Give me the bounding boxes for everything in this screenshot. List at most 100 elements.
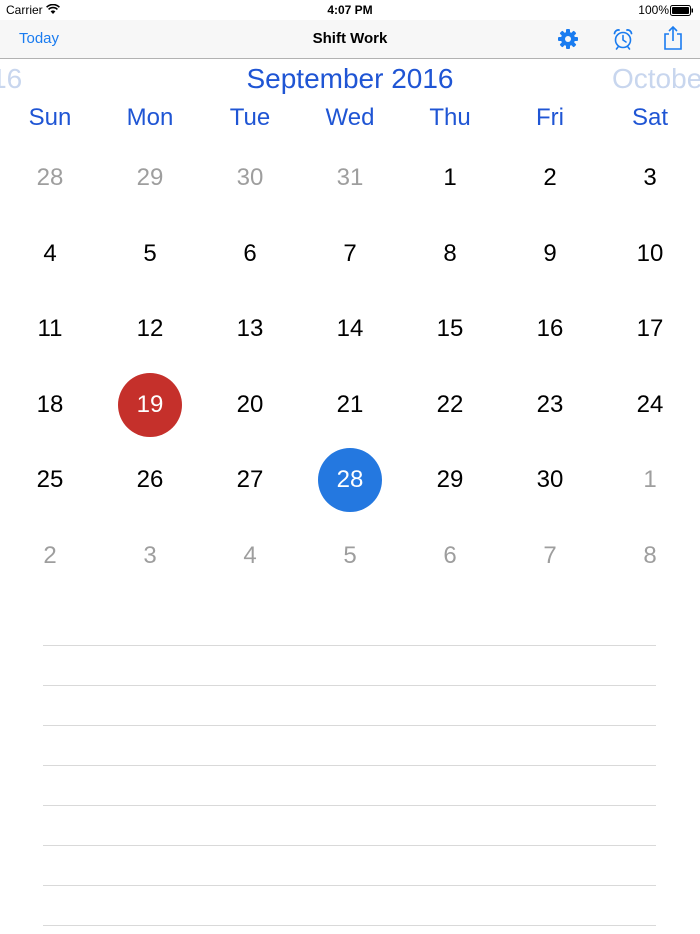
day-number: 30 [236, 164, 264, 191]
day-number: 27 [236, 466, 264, 494]
calendar-day[interactable]: 7 [300, 216, 400, 292]
calendar-day[interactable]: 16 [500, 291, 600, 367]
day-number: 31 [336, 164, 364, 191]
calendar-day[interactable]: 27 [200, 442, 300, 518]
day-number: 5 [143, 239, 157, 267]
calendar-day-other-month[interactable]: 30 [200, 140, 300, 216]
calendar-day[interactable]: 30 [500, 442, 600, 518]
day-number: 29 [436, 466, 464, 494]
day-number: 18 [36, 390, 64, 418]
calendar-day[interactable]: 12 [100, 291, 200, 367]
day-number: 30 [536, 466, 564, 494]
status-bar: Carrier 4:07 PM 100% [0, 0, 700, 20]
calendar-day-other-month[interactable]: 6 [400, 518, 500, 594]
day-number: 20 [236, 390, 264, 418]
day-number: 26 [136, 466, 164, 494]
calendar-day[interactable]: 1 [400, 140, 500, 216]
day-number: 7 [543, 542, 557, 569]
calendar-day[interactable]: 23 [500, 367, 600, 443]
day-number: 22 [436, 390, 464, 418]
day-number: 6 [443, 542, 457, 569]
calendar-day[interactable]: 13 [200, 291, 300, 367]
note-line [43, 925, 656, 926]
day-number: 14 [336, 315, 364, 343]
calendar-day-other-month[interactable]: 28 [0, 140, 100, 216]
calendar-day[interactable]: 5 [100, 216, 200, 292]
calendar-day[interactable]: 2 [500, 140, 600, 216]
weekday-fri: Fri [536, 104, 564, 131]
calendar-day[interactable]: 4 [0, 216, 100, 292]
day-number: 29 [136, 164, 164, 191]
day-number: 7 [343, 239, 357, 267]
day-number: 25 [36, 466, 64, 494]
calendar-day[interactable]: 20 [200, 367, 300, 443]
calendar-day-other-month[interactable]: 5 [300, 518, 400, 594]
calendar-day[interactable]: 26 [100, 442, 200, 518]
calendar-day[interactable]: 24 [600, 367, 700, 443]
calendar-day[interactable]: 3 [600, 140, 700, 216]
day-number: 9 [543, 239, 557, 267]
day-number: 8 [643, 542, 657, 569]
calendar-day-other-month[interactable]: 2 [0, 518, 100, 594]
calendar-day-other-month[interactable]: 31 [300, 140, 400, 216]
calendar-day-other-month[interactable]: 29 [100, 140, 200, 216]
day-number: 12 [136, 315, 164, 343]
calendar-day-other-month[interactable]: 8 [600, 518, 700, 594]
day-number: 15 [436, 315, 464, 343]
note-line [43, 845, 656, 846]
day-number: 4 [43, 239, 57, 267]
calendar-day-other-month[interactable]: 1 [600, 442, 700, 518]
calendar-day[interactable]: 6 [200, 216, 300, 292]
weekday-header-row: Sun Mon Tue Wed Thu Fri Sat [0, 104, 700, 134]
calendar-day-other-month[interactable]: 7 [500, 518, 600, 594]
calendar-day-other-month[interactable]: 4 [200, 518, 300, 594]
notes-area[interactable] [43, 645, 656, 934]
calendar-day[interactable]: 14 [300, 291, 400, 367]
day-number: 5 [343, 542, 357, 569]
calendar-day[interactable]: 17 [600, 291, 700, 367]
weekday-wed: Wed [325, 104, 375, 131]
status-time: 4:07 PM [327, 3, 373, 17]
calendar-day[interactable]: 8 [400, 216, 500, 292]
calendar-day[interactable]: 21 [300, 367, 400, 443]
calendar-day[interactable]: 18 [0, 367, 100, 443]
day-number: 17 [636, 315, 664, 343]
calendar-day[interactable]: 25 [0, 442, 100, 518]
month-header[interactable]: August 2016 September 2016 October 2016 [0, 62, 700, 98]
share-icon[interactable] [662, 25, 684, 50]
day-number: 1 [443, 164, 457, 191]
calendar-day[interactable]: 29 [400, 442, 500, 518]
day-number: 23 [536, 390, 564, 418]
calendar-day[interactable]: 19 [100, 367, 200, 443]
note-line [43, 765, 656, 766]
day-number: 24 [636, 390, 664, 418]
next-month-label[interactable]: October 2016 [612, 63, 700, 95]
calendar-day[interactable]: 28 [300, 442, 400, 518]
gear-icon[interactable] [557, 28, 579, 50]
calendar-day[interactable]: 15 [400, 291, 500, 367]
day-number: 19 [118, 372, 182, 437]
weekday-mon: Mon [126, 104, 174, 131]
weekday-sat: Sat [631, 104, 669, 131]
day-number: 16 [536, 315, 564, 343]
calendar-day[interactable]: 9 [500, 216, 600, 292]
navigation-bar: Today Shift Work [0, 20, 700, 59]
day-number: 4 [243, 542, 257, 569]
battery-percentage: 100% [638, 3, 669, 17]
calendar-day-other-month[interactable]: 3 [100, 518, 200, 594]
alarm-clock-icon[interactable] [612, 28, 634, 50]
page-title: Shift Work [312, 30, 388, 47]
day-number: 1 [643, 466, 657, 494]
calendar-day[interactable]: 22 [400, 367, 500, 443]
day-number: 8 [443, 239, 457, 267]
note-line [43, 685, 656, 686]
calendar-day[interactable]: 10 [600, 216, 700, 292]
battery-icon [670, 5, 694, 19]
calendar-day[interactable]: 11 [0, 291, 100, 367]
day-number: 11 [37, 315, 63, 343]
note-line [43, 805, 656, 806]
day-number: 21 [336, 390, 364, 418]
note-line [43, 725, 656, 726]
day-number: 10 [636, 239, 664, 267]
note-line [43, 885, 656, 886]
